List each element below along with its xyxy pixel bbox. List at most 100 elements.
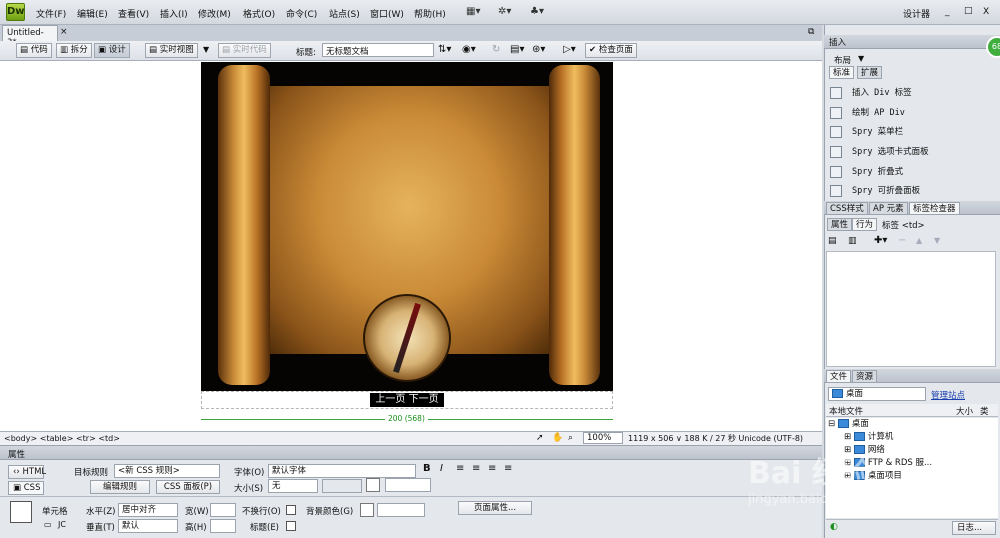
tag-selector[interactable]: <body> <table> <tr> <td> (4, 432, 120, 445)
bg-color-swatch[interactable] (360, 503, 374, 517)
insert-item-apdiv[interactable]: 绘制 AP Div (828, 104, 998, 123)
header-checkbox[interactable] (286, 521, 296, 531)
menu-insert[interactable]: 插入(I) (160, 7, 188, 20)
menu-modify[interactable]: 修改(M) (198, 7, 231, 20)
refresh-icon[interactable]: ↻ (492, 44, 500, 55)
live-view-button[interactable]: ▤ 实时视图 (145, 43, 198, 58)
table-width-label[interactable]: 200 (568) (385, 414, 428, 423)
select-tool-icon[interactable]: ➚ (536, 432, 544, 445)
close-window-button[interactable]: X (983, 7, 989, 17)
insert-tab-extended[interactable]: 扩展 (857, 66, 883, 79)
insert-item-spry-collapsible[interactable]: Spry 可折叠面板 (828, 182, 998, 201)
validate-icon[interactable]: ▷▾ (563, 44, 576, 55)
vert-select[interactable]: 默认 (118, 519, 178, 533)
width-input[interactable] (210, 503, 236, 517)
menu-help[interactable]: 帮助(H) (414, 7, 446, 20)
align-center-icon[interactable]: ≡ (472, 463, 480, 474)
category-dropdown-icon[interactable]: ▼ (858, 54, 864, 63)
live-view-dropdown-icon[interactable]: ▼ (203, 45, 209, 54)
design-view-button[interactable]: ▣ 设计 (94, 43, 130, 58)
menu-edit[interactable]: 编辑(E) (77, 7, 108, 20)
move-up-icon[interactable]: ▲ (916, 236, 922, 245)
document-title-input[interactable]: 无标题文档 (322, 43, 434, 57)
page-nav-links[interactable]: 上一页 下一页 (370, 393, 444, 407)
tab-close-icon[interactable]: × (60, 27, 68, 37)
document-tab[interactable]: Untitled-3* (2, 25, 58, 48)
menu-view[interactable]: 查看(V) (118, 7, 149, 20)
height-input[interactable] (210, 519, 236, 533)
hand-tool-icon[interactable]: ✋ (552, 432, 563, 445)
bold-button[interactable]: B (423, 463, 431, 474)
show-all-icon[interactable]: ▥ (848, 236, 857, 246)
align-left-icon[interactable]: ≡ (456, 463, 464, 474)
layout-icon[interactable]: ▦▾ (466, 6, 480, 17)
html-mode-button[interactable]: ‹› HTML (8, 465, 46, 479)
menu-site[interactable]: 站点(S) (329, 7, 360, 20)
maximize-button[interactable]: □ (964, 6, 973, 16)
font-select[interactable]: 默认字体 (268, 464, 416, 478)
tab-assets[interactable]: 资源 (852, 370, 878, 383)
css-panel-button[interactable]: CSS 面板(P) (156, 480, 220, 494)
tab-tag-inspector[interactable]: 标签检查器 (909, 202, 960, 215)
gear-icon[interactable]: ✲▾ (498, 6, 511, 17)
subtab-attributes[interactable]: 属性 (827, 218, 853, 231)
bg-color-input[interactable] (377, 503, 425, 517)
code-view-button[interactable]: ▤ 代码 (16, 43, 52, 58)
file-management-icon[interactable]: ⇅▾ (438, 44, 451, 55)
insert-item-spry-tabs[interactable]: Spry 选项卡式面板 (828, 143, 998, 162)
visual-aids-icon[interactable]: ⊛▾ (532, 44, 545, 55)
behaviors-list[interactable] (826, 251, 996, 367)
menu-file[interactable]: 文件(F) (36, 7, 66, 20)
workspace-switcher[interactable]: 设计器 (903, 7, 930, 20)
size-unit-select[interactable] (322, 479, 362, 493)
tree-item-desktop[interactable]: ⊟ 桌面 (828, 418, 998, 431)
split-view-button[interactable]: ▥ 拆分 (56, 43, 92, 58)
text-color-input[interactable] (385, 478, 431, 492)
minimize-button[interactable]: _ (945, 7, 950, 17)
move-down-icon[interactable]: ▼ (934, 236, 940, 245)
menu-format[interactable]: 格式(O) (243, 7, 275, 20)
zoom-select[interactable]: 100% (583, 432, 623, 444)
text-color-swatch[interactable] (366, 478, 380, 492)
col-size[interactable]: 大小 (956, 405, 973, 417)
menu-commands[interactable]: 命令(C) (286, 7, 317, 20)
view-options-icon[interactable]: ▤▾ (510, 44, 524, 55)
tab-ap-elements[interactable]: AP 元素 (869, 202, 908, 215)
tab-files[interactable]: 文件 (826, 370, 852, 383)
horz-select[interactable]: 居中对齐 (118, 503, 178, 517)
col-type[interactable]: 类 (980, 405, 989, 417)
align-right-icon[interactable]: ≡ (488, 463, 496, 474)
restore-doc-icon[interactable]: ⧉ (808, 27, 814, 37)
insert-item-spry-accordion[interactable]: Spry 折叠式 (828, 163, 998, 182)
split-cells-icon[interactable]: JC (58, 520, 66, 529)
css-mode-button[interactable]: ▣ CSS (8, 481, 44, 495)
check-page-button[interactable]: ✔ 检查页面 (585, 43, 637, 58)
insert-category-select[interactable]: 布局 (834, 54, 851, 66)
size-select[interactable]: 无 (268, 479, 318, 493)
tab-css-styles[interactable]: CSS样式 (826, 202, 868, 215)
manage-sites-link[interactable]: 管理站点 (931, 389, 965, 401)
remove-behavior-icon[interactable]: − (898, 235, 906, 246)
subtab-behaviors[interactable]: 行为 (852, 218, 878, 231)
nowrap-checkbox[interactable] (286, 505, 296, 515)
merge-cells-icon[interactable]: ▭ (44, 520, 52, 529)
insert-panel-tab[interactable]: 插入 (829, 36, 846, 48)
insert-item-div[interactable]: 插入 Div 标签 (828, 84, 998, 103)
preview-browser-icon[interactable]: ◉▾ (462, 44, 476, 55)
italic-button[interactable]: I (440, 463, 443, 474)
extend-icon[interactable]: ♣▾ (530, 6, 544, 17)
insert-item-spry-menu[interactable]: Spry 菜单栏 (828, 123, 998, 142)
edit-rule-button[interactable]: 编辑规则 (90, 480, 150, 494)
target-rule-select[interactable]: <新 CSS 规则> (114, 464, 220, 478)
col-local-files[interactable]: 本地文件 (829, 405, 863, 417)
zoom-tool-icon[interactable]: ⌕ (568, 432, 573, 445)
site-location-select[interactable]: 桌面 (828, 387, 926, 401)
log-button[interactable]: 日志... (952, 521, 996, 535)
page-properties-button[interactable]: 页面属性... (458, 501, 532, 515)
show-events-icon[interactable]: ▤ (828, 236, 837, 246)
align-justify-icon[interactable]: ≡ (504, 463, 512, 474)
menu-window[interactable]: 窗口(W) (370, 7, 404, 20)
insert-tab-standard[interactable]: 标准 (829, 66, 855, 79)
add-behavior-icon[interactable]: ✚▾ (874, 235, 887, 246)
live-code-button[interactable]: ▤ 实时代码 (218, 43, 271, 58)
